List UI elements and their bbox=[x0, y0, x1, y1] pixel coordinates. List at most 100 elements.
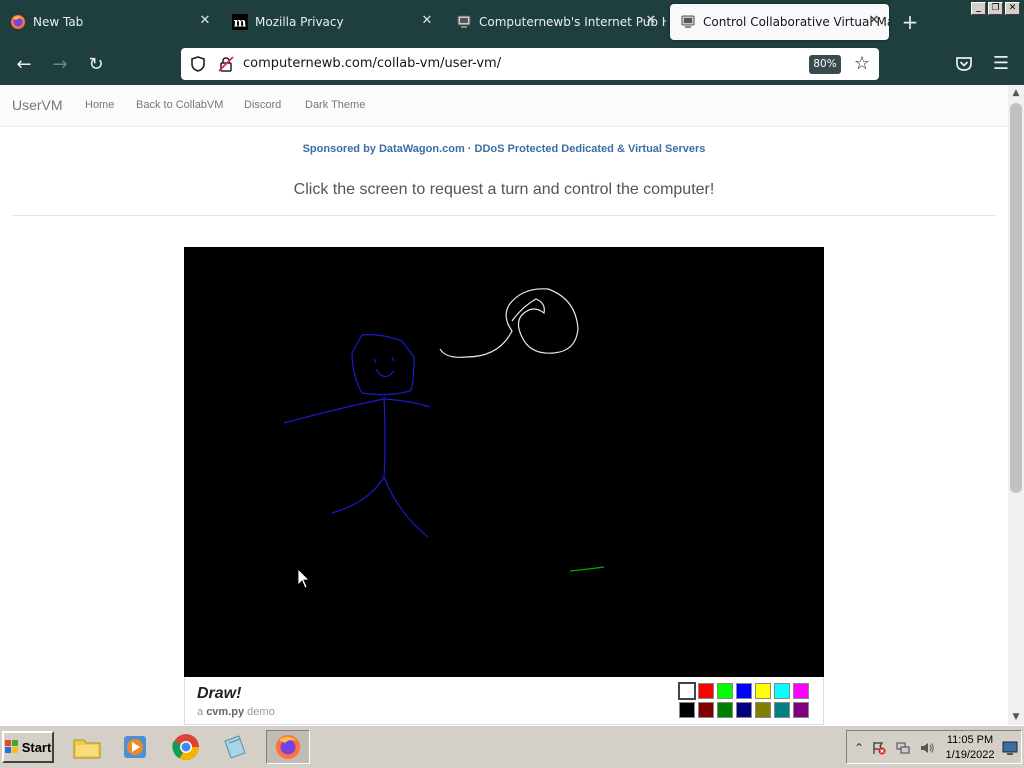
tab-label: Computernewb's Internet Pub Hub bbox=[479, 15, 666, 29]
color-swatch[interactable] bbox=[793, 702, 809, 718]
new-tab-plus-icon[interactable]: + bbox=[898, 11, 922, 35]
browser-tab-strip: New Tab ✕ m Mozilla Privacy ✕ Computerne… bbox=[0, 0, 1024, 44]
color-palette bbox=[678, 682, 809, 718]
page-scrollbar[interactable]: ▲ ▼ bbox=[1008, 85, 1024, 725]
clock[interactable]: 11:05 PM 1/19/2022 bbox=[941, 733, 999, 763]
restore-icon[interactable]: ❐ bbox=[988, 2, 1003, 15]
windows-logo-icon bbox=[4, 740, 18, 753]
chrome-icon[interactable] bbox=[169, 730, 203, 764]
scrollbar-thumb[interactable] bbox=[1010, 103, 1022, 493]
network-icon[interactable] bbox=[895, 740, 911, 756]
mozilla-m-icon: m bbox=[232, 14, 248, 30]
close-tab-icon[interactable]: ✕ bbox=[198, 14, 212, 28]
zoom-indicator[interactable]: 80% bbox=[809, 55, 841, 74]
vm-title: Draw! bbox=[197, 685, 242, 702]
computernewb-icon bbox=[680, 14, 696, 30]
url-text: computernewb.com/collab-vm/user-vm/ bbox=[243, 56, 502, 71]
color-swatch[interactable] bbox=[698, 702, 714, 718]
site-brand[interactable]: UserVM bbox=[12, 97, 63, 113]
site-navbar: UserVM Home Back to CollabVM Discord Dar… bbox=[0, 85, 1008, 127]
reload-icon[interactable]: ↻ bbox=[83, 52, 109, 78]
color-swatch[interactable] bbox=[698, 683, 714, 699]
forward-arrow-icon[interactable]: → bbox=[47, 52, 73, 78]
back-arrow-icon[interactable]: ← bbox=[11, 52, 37, 78]
nav-back-to-collabvm[interactable]: Back to CollabVM bbox=[136, 99, 223, 111]
pocket-icon[interactable] bbox=[953, 53, 975, 75]
vm-subtitle: a cvm.py demo bbox=[197, 706, 275, 718]
mouse-cursor-icon bbox=[297, 568, 310, 589]
scroll-up-icon[interactable]: ▲ bbox=[1008, 85, 1024, 101]
color-swatch[interactable] bbox=[679, 702, 695, 718]
sponsor-link[interactable]: Sponsored by DataWagon.com · DDoS Protec… bbox=[0, 143, 1008, 155]
nav-dark-theme[interactable]: Dark Theme bbox=[305, 99, 365, 111]
notepad-icon[interactable] bbox=[218, 730, 252, 764]
stickfigure-arms bbox=[283, 398, 431, 424]
color-swatch[interactable] bbox=[717, 683, 733, 699]
computernewb-icon bbox=[456, 14, 472, 30]
color-swatch[interactable] bbox=[717, 702, 733, 718]
web-page: UserVM Home Back to CollabVM Discord Dar… bbox=[0, 85, 1008, 725]
tab-label: New Tab bbox=[33, 15, 84, 29]
minimize-icon[interactable]: _ bbox=[971, 2, 986, 15]
vm-subtitle-app: cvm.py bbox=[206, 706, 245, 718]
firefox-icon bbox=[10, 14, 26, 30]
vm-display-canvas[interactable] bbox=[184, 247, 824, 677]
color-swatch[interactable] bbox=[678, 682, 696, 700]
bookmark-star-icon[interactable]: ☆ bbox=[851, 53, 873, 75]
close-tab-icon[interactable]: ✕ bbox=[644, 14, 658, 28]
stickfigure-left-leg bbox=[331, 476, 385, 514]
firefox-taskbar-icon[interactable] bbox=[266, 730, 310, 764]
media-player-icon[interactable] bbox=[118, 730, 152, 764]
close-window-icon[interactable]: ✕ bbox=[1005, 2, 1020, 15]
address-bar[interactable]: computernewb.com/collab-vm/user-vm/ 80% … bbox=[181, 48, 879, 80]
color-swatch[interactable] bbox=[755, 702, 771, 718]
color-swatch[interactable] bbox=[736, 683, 752, 699]
white-scribble-stroke bbox=[439, 288, 579, 358]
system-tray: ⌃ 11:05 PM 1/19/2022 bbox=[846, 730, 1022, 764]
start-button[interactable]: Start bbox=[2, 731, 54, 763]
tab-new-tab[interactable]: New Tab ✕ bbox=[0, 4, 220, 40]
stickfigure-right-leg bbox=[383, 476, 429, 538]
vm-drawing bbox=[283, 288, 605, 589]
color-swatch[interactable] bbox=[755, 683, 771, 699]
color-swatch[interactable] bbox=[774, 702, 790, 718]
file-explorer-icon[interactable] bbox=[70, 730, 104, 764]
start-label: Start bbox=[21, 739, 52, 755]
volume-icon[interactable] bbox=[919, 740, 935, 756]
nav-discord[interactable]: Discord bbox=[244, 99, 281, 111]
show-hidden-icons-chevron-icon[interactable]: ⌃ bbox=[851, 740, 867, 756]
taskbar: Start ⌃ 11:05 PM 1/19/2022 bbox=[0, 725, 1024, 768]
clock-time: 11:05 PM bbox=[946, 734, 994, 746]
hamburger-menu-icon[interactable]: ☰ bbox=[990, 53, 1012, 75]
tracking-shield-icon[interactable] bbox=[189, 55, 207, 73]
tab-mozilla-privacy[interactable]: m Mozilla Privacy ✕ bbox=[222, 4, 442, 40]
color-swatch[interactable] bbox=[736, 702, 752, 718]
green-stroke bbox=[569, 566, 605, 572]
action-center-flag-icon[interactable] bbox=[871, 740, 887, 756]
color-swatch[interactable] bbox=[774, 683, 790, 699]
tab-collab-vm-active[interactable]: Control Collaborative Virtual Machine ✕ bbox=[670, 4, 889, 40]
stickfigure-eyes bbox=[373, 356, 395, 364]
window-controls: _ ❐ ✕ bbox=[971, 2, 1020, 15]
color-swatch[interactable] bbox=[793, 683, 809, 699]
stickfigure-body bbox=[383, 396, 386, 478]
browser-toolbar: ← → ↻ computernewb.com/collab-vm/user-vm… bbox=[0, 44, 1024, 85]
show-desktop-icon[interactable] bbox=[1002, 740, 1018, 756]
stickfigure-head bbox=[351, 334, 415, 396]
svg-text:m: m bbox=[234, 16, 247, 30]
tab-label: Control Collaborative Virtual Machine bbox=[703, 15, 889, 29]
stickfigure-smile bbox=[375, 368, 395, 378]
clock-date: 1/19/2022 bbox=[945, 749, 995, 761]
vm-subtitle-prefix: a bbox=[197, 706, 204, 718]
tab-label: Mozilla Privacy bbox=[255, 15, 344, 29]
tab-computernewb-pub-hub[interactable]: Computernewb's Internet Pub Hub ✕ bbox=[446, 4, 666, 40]
scroll-down-icon[interactable]: ▼ bbox=[1008, 709, 1024, 725]
divider bbox=[12, 215, 996, 216]
vm-info-bar: Draw! a cvm.py demo bbox=[184, 677, 824, 725]
close-tab-icon[interactable]: ✕ bbox=[867, 14, 881, 28]
nav-home[interactable]: Home bbox=[85, 99, 114, 111]
vm-subtitle-suffix: demo bbox=[247, 706, 275, 718]
close-tab-icon[interactable]: ✕ bbox=[420, 14, 434, 28]
insecure-lock-icon[interactable] bbox=[217, 55, 235, 73]
turn-instruction: Click the screen to request a turn and c… bbox=[293, 181, 715, 198]
